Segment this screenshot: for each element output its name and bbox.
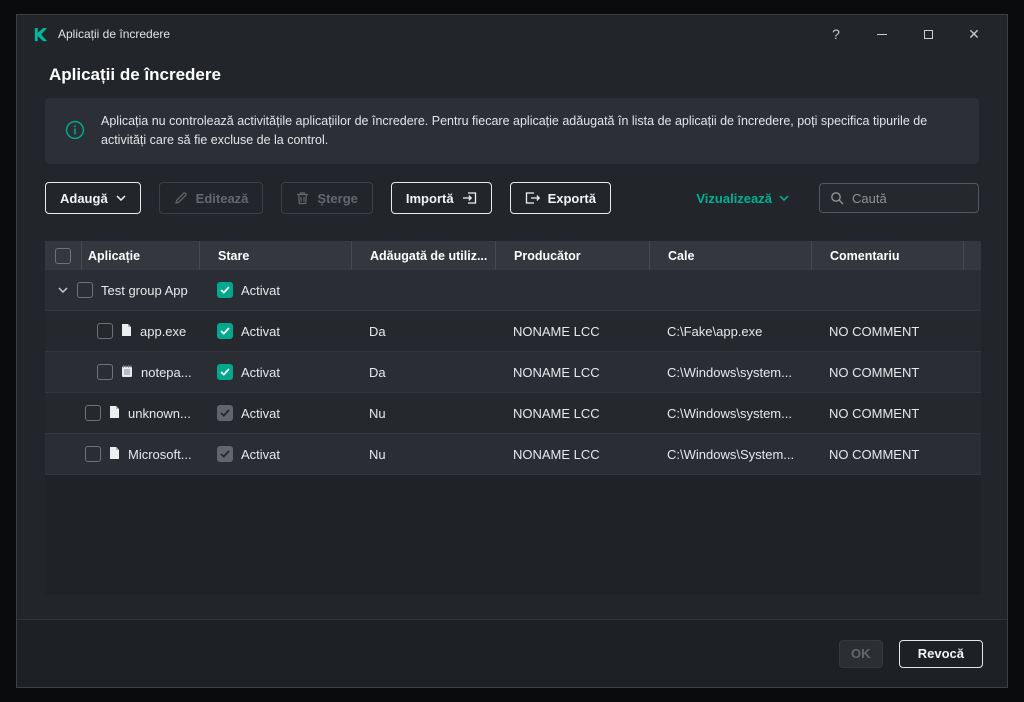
import-button-label: Importă — [405, 190, 454, 206]
status-label: Activat — [241, 446, 281, 462]
comment-cell: NO COMMENT — [829, 405, 920, 421]
status-label: Activat — [241, 323, 281, 339]
ok-button[interactable]: OK — [838, 639, 883, 668]
info-banner: Aplicația nu controlează activitățile ap… — [45, 98, 979, 164]
column-header-comment: Comentariu — [811, 241, 963, 270]
comment-cell: NO COMMENT — [829, 446, 920, 462]
column-header-path: Cale — [649, 241, 811, 270]
import-icon — [462, 192, 476, 204]
window-controls: ? ✕ — [813, 19, 997, 49]
table-row[interactable]: app.exe Activat Da NONAME LCC C:\Fake\ap… — [45, 311, 981, 352]
table-header: Aplicație Stare Adăugată de utiliz... Pr… — [45, 241, 981, 270]
delete-button[interactable]: Șterge — [281, 182, 373, 214]
comment-cell: NO COMMENT — [829, 364, 920, 380]
status-checkbox[interactable] — [217, 364, 233, 380]
view-dropdown[interactable]: Vizualizează — [696, 191, 789, 206]
row-checkbox[interactable] — [97, 364, 113, 380]
help-icon[interactable]: ? — [813, 19, 859, 49]
file-icon — [109, 446, 120, 463]
search-icon — [831, 192, 844, 205]
status-label: Activat — [241, 405, 281, 421]
search-input[interactable] — [852, 190, 968, 206]
search-box — [819, 183, 979, 213]
added-cell: Nu — [369, 446, 386, 462]
chevron-down-icon — [779, 195, 789, 201]
added-cell: Nu — [369, 405, 386, 421]
app-window: Aplicații de încredere ? ✕ Aplicații de … — [16, 14, 1008, 688]
added-cell: Da — [369, 323, 386, 339]
app-name: unknown... — [128, 405, 191, 421]
footer-bar: OK Revocă — [17, 619, 1007, 687]
info-text: Aplicația nu controlează activitățile ap… — [101, 113, 928, 147]
producer-cell: NONAME LCC — [513, 323, 600, 339]
producer-cell: NONAME LCC — [513, 405, 600, 421]
info-icon — [65, 120, 85, 145]
table-row[interactable]: unknown... Activat Nu NONAME LCC C:\Wind… — [45, 393, 981, 434]
status-checkbox[interactable] — [217, 323, 233, 339]
import-button[interactable]: Importă — [390, 182, 492, 214]
status-label: Activat — [241, 282, 281, 298]
app-name: Microsoft... — [128, 446, 192, 462]
app-name: notepa... — [141, 364, 192, 380]
cancel-button[interactable]: Revocă — [898, 639, 983, 668]
window-title: Aplicații de încredere — [58, 27, 171, 41]
group-name: Test group App — [101, 282, 188, 298]
producer-cell: NONAME LCC — [513, 446, 600, 462]
status-checkbox[interactable] — [217, 282, 233, 298]
status-checkbox-disabled[interactable] — [217, 446, 233, 462]
add-button-label: Adaugă — [60, 190, 108, 206]
table-row[interactable]: Microsoft... Activat Nu NONAME LCC C:\Wi… — [45, 434, 981, 475]
minimize-icon[interactable] — [859, 19, 905, 49]
column-header-added-by-user: Adăugată de utiliz... — [351, 241, 495, 270]
export-button-label: Exportă — [547, 190, 596, 206]
column-header-state: Stare — [199, 241, 351, 270]
delete-button-label: Șterge — [317, 190, 358, 206]
comment-cell: NO COMMENT — [829, 323, 920, 339]
select-all-checkbox[interactable] — [55, 247, 71, 264]
pencil-icon — [174, 192, 187, 204]
trash-icon — [297, 192, 309, 205]
producer-cell: NONAME LCC — [513, 364, 600, 380]
add-button[interactable]: Adaugă — [45, 182, 141, 214]
page-title: Aplicații de încredere — [49, 65, 221, 84]
export-button[interactable]: Exportă — [509, 182, 611, 214]
column-header-application: Aplicație — [81, 241, 199, 270]
view-dropdown-label: Vizualizează — [696, 190, 772, 206]
row-checkbox[interactable] — [97, 323, 113, 339]
status-checkbox-disabled[interactable] — [217, 405, 233, 421]
path-cell: C:\Windows\system... — [667, 364, 792, 380]
row-checkbox[interactable] — [85, 405, 101, 421]
notepad-icon — [121, 364, 133, 381]
table-row-group[interactable]: Test group App Activat — [45, 270, 981, 311]
export-icon — [525, 192, 540, 204]
applications-table: Aplicație Stare Adăugată de utiliz... Pr… — [45, 241, 981, 594]
path-cell: C:\Windows\system... — [667, 405, 792, 421]
status-label: Activat — [241, 364, 281, 380]
expand-chevron-icon[interactable] — [57, 287, 69, 293]
file-icon — [109, 405, 120, 422]
title-bar: Aplicații de încredere ? ✕ — [17, 15, 1007, 53]
row-checkbox[interactable] — [85, 446, 101, 462]
path-cell: C:\Fake\app.exe — [667, 323, 763, 339]
edit-button[interactable]: Editează — [158, 182, 264, 214]
added-cell: Da — [369, 364, 386, 380]
path-cell: C:\Windows\System... — [667, 446, 795, 462]
app-name: app.exe — [140, 323, 187, 339]
table-row[interactable]: notepa... Activat Da NONAME LCC C:\Windo… — [45, 352, 981, 393]
edit-button-label: Editează — [195, 190, 249, 206]
row-checkbox[interactable] — [77, 282, 93, 298]
file-icon — [121, 323, 132, 340]
close-icon[interactable]: ✕ — [951, 19, 997, 49]
maximize-icon[interactable] — [905, 19, 951, 49]
toolbar: Adaugă Editează Șterge Importă Exportă V… — [45, 182, 979, 214]
column-header-producer: Producător — [495, 241, 649, 270]
chevron-down-icon — [116, 195, 126, 201]
kaspersky-logo-icon — [33, 27, 48, 42]
